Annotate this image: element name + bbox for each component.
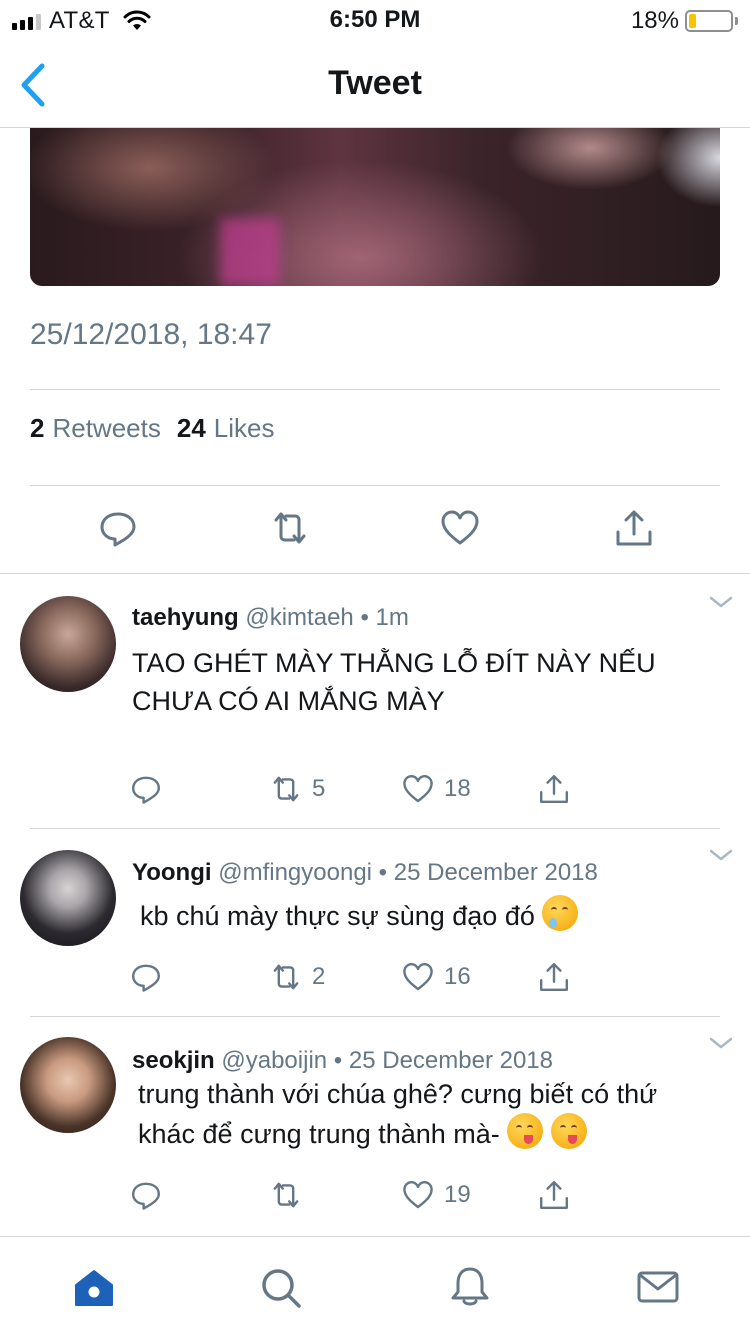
chevron-down-icon[interactable] bbox=[708, 594, 734, 610]
reply-item[interactable]: taehyung @kimtaeh • 1m TAO GHÉT MÀY THẰN… bbox=[0, 574, 750, 828]
like-icon bbox=[403, 1181, 433, 1209]
chevron-down-icon[interactable] bbox=[708, 847, 734, 863]
battery-fill bbox=[689, 14, 696, 28]
search-icon[interactable] bbox=[258, 1265, 302, 1309]
like-icon bbox=[403, 963, 433, 991]
tweet-stats: 2 Retweets 24 Likes bbox=[30, 413, 274, 444]
reply-time: 25 December 2018 bbox=[393, 859, 598, 886]
reply-item[interactable]: seokjin @yaboijin • 25 December 2018 tru… bbox=[0, 1017, 750, 1236]
share-icon bbox=[540, 1181, 568, 1209]
like-button[interactable]: 18 bbox=[402, 772, 471, 806]
reply-item[interactable]: Yoongi @mfingyoongi • 25 December 2018 k… bbox=[0, 829, 750, 1017]
avatar[interactable] bbox=[20, 1037, 116, 1133]
reply-actions: 5 18 bbox=[0, 772, 750, 806]
share-button[interactable] bbox=[538, 772, 570, 806]
reply-button[interactable] bbox=[130, 772, 162, 806]
reply-author-name[interactable]: seokjin bbox=[132, 1047, 215, 1074]
media-detail bbox=[220, 218, 280, 286]
avatar[interactable] bbox=[20, 596, 116, 692]
share-button[interactable] bbox=[538, 960, 570, 994]
tweet-timestamp: 25/12/2018, 18:47 bbox=[30, 318, 272, 351]
reply-separator: • bbox=[360, 604, 369, 631]
drooling-face-emoji bbox=[542, 895, 579, 931]
reply-handle[interactable]: @mfingyoongi bbox=[218, 859, 372, 886]
reply-header: taehyung @kimtaeh • 1m bbox=[132, 604, 409, 632]
page-title: Tweet bbox=[328, 64, 422, 102]
battery-percent: 18% bbox=[630, 7, 679, 34]
reply-handle[interactable]: @yaboijin bbox=[221, 1047, 327, 1074]
reply-handle[interactable]: @kimtaeh bbox=[245, 604, 353, 631]
reply-time: 1m bbox=[375, 604, 409, 631]
share-icon[interactable] bbox=[614, 508, 654, 548]
like-icon bbox=[403, 775, 433, 803]
reply-icon[interactable] bbox=[98, 508, 138, 548]
reply-button[interactable] bbox=[130, 1178, 162, 1212]
yum-face-emoji bbox=[550, 1113, 587, 1149]
reply-separator: • bbox=[333, 1047, 343, 1074]
likes-label: Likes bbox=[213, 413, 275, 443]
retweet-count: 5 bbox=[312, 775, 326, 802]
retweet-icon bbox=[273, 964, 299, 990]
likes-stat[interactable]: 24 Likes bbox=[177, 413, 275, 444]
reply-body: kb chú mày thực sự sùng đạo đó bbox=[140, 895, 730, 935]
reply-text: kb chú mày thực sự sùng đạo đó bbox=[140, 901, 535, 931]
reply-body: trung thành với chúa ghê? cưng biết có t… bbox=[138, 1075, 718, 1153]
retweets-label: Retweets bbox=[52, 413, 161, 443]
yum-face-emoji bbox=[507, 1113, 544, 1149]
like-button[interactable]: 16 bbox=[402, 960, 471, 994]
reply-header: seokjin @yaboijin • 25 December 2018 bbox=[132, 1047, 553, 1075]
retweet-button[interactable]: 5 bbox=[270, 772, 325, 806]
reply-icon bbox=[132, 776, 160, 804]
chevron-down-icon[interactable] bbox=[708, 1035, 734, 1051]
tweet-actions bbox=[0, 508, 750, 550]
status-right: 18% bbox=[630, 7, 738, 34]
reply-icon bbox=[132, 964, 160, 992]
battery-cap bbox=[735, 17, 738, 25]
likes-count: 24 bbox=[176, 413, 206, 443]
share-icon bbox=[540, 775, 568, 803]
reply-time: 25 December 2018 bbox=[348, 1047, 554, 1074]
reply-author-name[interactable]: taehyung bbox=[132, 604, 239, 631]
notifications-icon[interactable] bbox=[448, 1265, 492, 1309]
reply-header: Yoongi @mfingyoongi • 25 December 2018 bbox=[132, 859, 598, 887]
tab-bar bbox=[0, 1236, 750, 1334]
share-button[interactable] bbox=[538, 1178, 570, 1212]
messages-icon[interactable] bbox=[636, 1265, 680, 1309]
home-icon[interactable] bbox=[72, 1265, 116, 1309]
like-count: 18 bbox=[444, 775, 471, 802]
battery-icon bbox=[685, 10, 733, 32]
like-icon[interactable] bbox=[440, 508, 480, 548]
retweet-icon bbox=[273, 776, 299, 802]
like-count: 16 bbox=[444, 963, 471, 990]
share-icon bbox=[540, 963, 568, 991]
like-button[interactable]: 19 bbox=[402, 1178, 471, 1212]
retweet-button[interactable]: 2 bbox=[270, 960, 325, 994]
reply-icon bbox=[132, 1182, 160, 1210]
status-bar: AT&T 6:50 PM 18% bbox=[0, 0, 750, 40]
reply-text: TAO GHÉT MÀY THẰNG LỖ ĐÍT NÀY NẾU CHƯA C… bbox=[132, 648, 656, 716]
retweet-icon[interactable] bbox=[270, 508, 310, 548]
reply-separator: • bbox=[378, 859, 388, 886]
divider bbox=[30, 389, 720, 390]
retweets-stat[interactable]: 2 Retweets bbox=[30, 413, 161, 444]
retweet-button[interactable] bbox=[270, 1178, 312, 1212]
reply-author-name[interactable]: Yoongi bbox=[132, 859, 212, 886]
reply-button[interactable] bbox=[130, 960, 162, 994]
retweet-icon bbox=[273, 1182, 299, 1208]
like-count: 19 bbox=[444, 1181, 471, 1208]
reply-actions: 19 bbox=[0, 1178, 750, 1212]
divider bbox=[30, 485, 720, 486]
nav-bar: Tweet bbox=[0, 40, 750, 128]
reply-actions: 2 16 bbox=[0, 960, 750, 994]
avatar[interactable] bbox=[20, 850, 116, 946]
tweet-media-image[interactable] bbox=[30, 128, 720, 286]
retweet-count: 2 bbox=[312, 963, 326, 990]
retweets-count: 2 bbox=[30, 413, 45, 443]
